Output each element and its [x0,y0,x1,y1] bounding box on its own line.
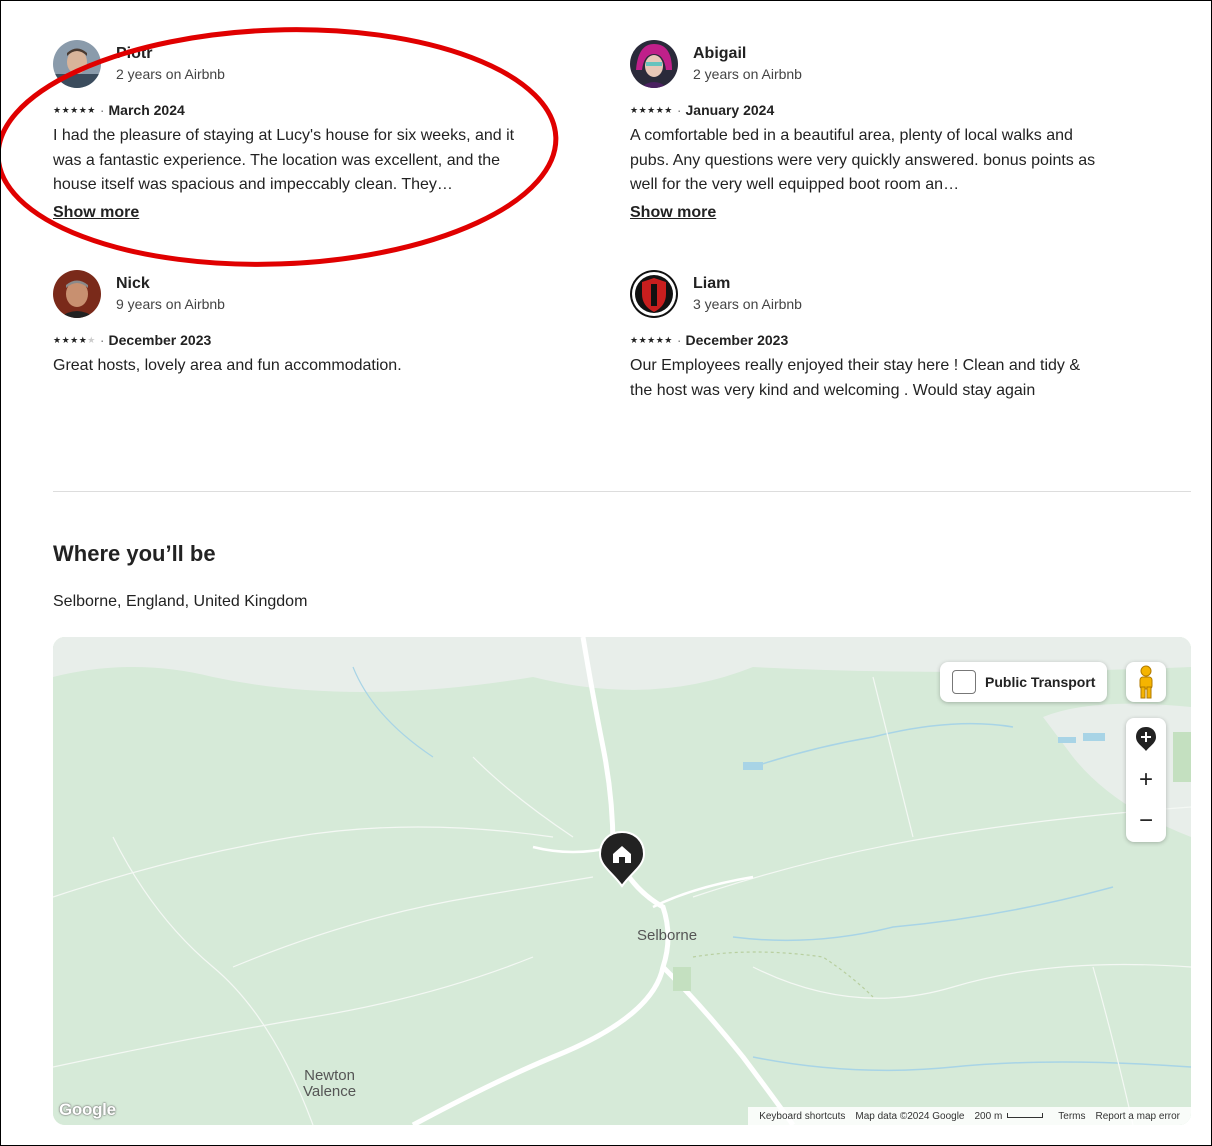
reviewer-name: Piotr [116,45,153,62]
reviewer-tenure: 3 years on Airbnb [693,296,802,312]
rating-row: ★★★★★ · January 2024 [630,100,1100,120]
review-card: Abigail 2 years on Airbnb ★★★★★ · Januar… [630,40,1100,222]
add-place-button[interactable] [1126,718,1166,759]
section-title: Where you’ll be [53,541,216,566]
avatar-photo [53,40,101,88]
avatar[interactable] [630,270,678,318]
review-card: Liam 3 years on Airbnb ★★★★★ · December … [630,270,1100,403]
show-more-button[interactable]: Show more [630,204,716,222]
shield-avatar-icon [630,270,678,318]
map-label-selborne: Selborne [637,927,698,944]
public-transport-checkbox[interactable] [952,670,976,694]
review-date: January 2024 [685,102,775,118]
map-label-line: Valence [303,1083,357,1100]
public-transport-toggle[interactable]: Public Transport [940,662,1107,702]
review-date: December 2023 [685,332,789,348]
star-rating-icon: ★★★★★ [53,104,96,115]
zoom-out-button[interactable]: − [1126,800,1166,841]
terms-link[interactable]: Terms [1058,1111,1085,1122]
separator: · [99,102,105,118]
avatar-photo [53,270,101,318]
map-label-newton-valence: Newton Valence [303,1068,356,1100]
review-header: Nick 9 years on Airbnb [53,270,523,318]
google-logo: Google [59,1100,116,1119]
zoom-controls: + − [1126,718,1166,842]
report-map-error-link[interactable]: Report a map error [1096,1111,1180,1122]
review-text: I had the pleasure of staying at Lucy's … [53,127,515,193]
review-header: Piotr 2 years on Airbnb [53,40,523,88]
keyboard-shortcuts-link[interactable]: Keyboard shortcuts [759,1111,845,1122]
reviewer-name: Abigail [693,45,747,62]
map-scale-label: 200 m [974,1110,1003,1122]
star-rating-icon: ★★★★★ [53,335,96,346]
rating-row: ★★★★★ · December 2023 [53,330,523,350]
review-header: Abigail 2 years on Airbnb [630,40,1100,88]
add-location-pin-icon [1136,726,1156,751]
review-date: December 2023 [108,332,212,348]
show-more-button[interactable]: Show more [53,204,139,222]
separator: · [676,332,682,348]
review-header: Liam 3 years on Airbnb [630,270,1100,318]
star-rating-icon: ★★★★★ [630,334,673,345]
avatar[interactable] [630,40,678,88]
reviewer-tenure: 2 years on Airbnb [693,66,802,82]
location-text: Selborne, England, United Kingdom [53,593,308,610]
review-text: Great hosts, lovely area and fun accommo… [53,357,402,374]
star-empty-icon: ★ [87,334,96,345]
stars-filled: ★★★★ [53,334,88,345]
pegman-icon [1139,665,1153,699]
separator: · [676,102,682,118]
map-attribution: Keyboard shortcuts Map data ©2024 Google… [748,1107,1191,1125]
home-pin-icon[interactable] [598,830,646,888]
review-text: Our Employees really enjoyed their stay … [630,357,1081,399]
reviewer-name: Liam [693,275,731,292]
scale-bar [1007,1113,1044,1119]
review-card: Piotr 2 years on Airbnb ★★★★★ · March 20… [53,40,523,222]
review-card: Nick 9 years on Airbnb ★★★★★ · December … [53,270,523,379]
reviewer-tenure: 2 years on Airbnb [116,66,225,82]
review-text: A comfortable bed in a beautiful area, p… [630,127,1096,193]
section-divider [53,491,1191,492]
avatar[interactable] [53,40,101,88]
avatar[interactable] [53,270,101,318]
reviewer-tenure: 9 years on Airbnb [116,296,225,312]
zoom-in-button[interactable]: + [1126,759,1166,800]
street-view-pegman-button[interactable] [1126,662,1166,702]
public-transport-label: Public Transport [985,674,1096,690]
rating-row: ★★★★★ · March 2024 [53,100,523,120]
star-rating-icon: ★★★★★ [630,104,673,115]
map[interactable]: Selborne Newton Valence Public Transport [53,637,1191,1125]
avatar-photo [630,40,678,88]
separator: · [99,332,105,348]
map-label-line: Newton [304,1067,355,1084]
map-scale[interactable]: 200 m [974,1111,1048,1122]
reviewer-name: Nick [116,275,150,292]
map-data-text: Map data ©2024 Google [855,1110,965,1122]
review-date: March 2024 [108,102,185,118]
rating-row: ★★★★★ · December 2023 [630,330,1100,350]
